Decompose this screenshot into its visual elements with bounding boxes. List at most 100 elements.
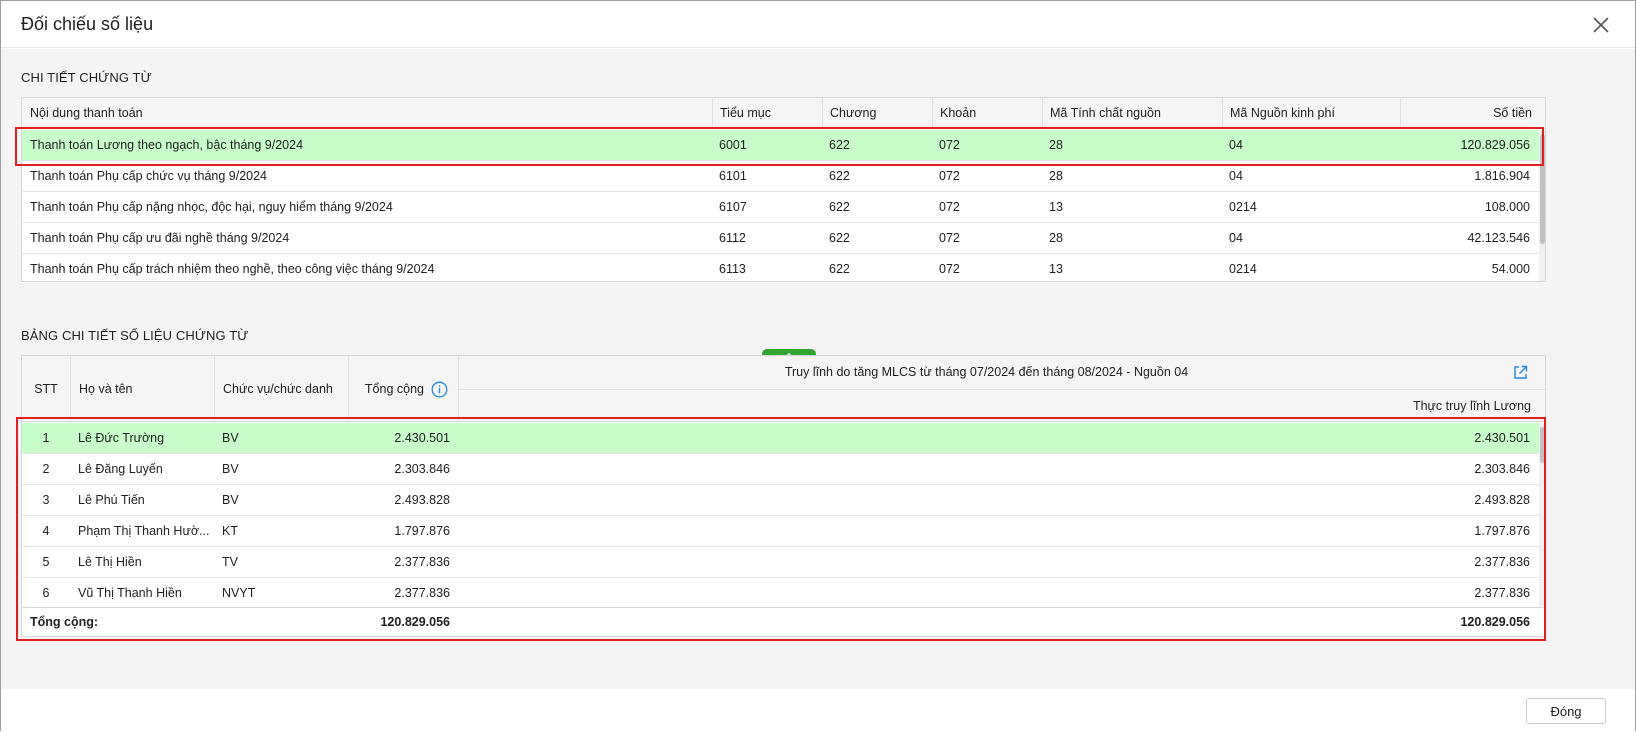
table-row[interactable]: Thanh toán Phụ cấp chức vụ tháng 9/2024 … (22, 161, 1539, 192)
col-header-so-tien: Số tiền (1400, 98, 1532, 128)
cell-stt: 3 (42, 493, 50, 507)
cell-chuong: 622 (829, 200, 850, 214)
cell-ma-tinh-chat-nguon: 28 (1049, 231, 1063, 245)
table-row[interactable]: 5 Lê Thị Hiền TV 2.377.836 2.377.836 (22, 547, 1539, 578)
cell-khoan: 072 (939, 200, 960, 214)
dialog-header: Đối chiếu số liệu (1, 1, 1635, 48)
col-header-ma-tinh-chat-nguon: Mã Tính chất nguồn (1042, 98, 1222, 128)
group-header: Truy lĩnh do tăng MLCS từ tháng 07/2024 … (458, 356, 1545, 422)
cell-thuc-truy-linh: 2.377.836 (1474, 586, 1530, 600)
cell-so-tien: 120.829.056 (1460, 138, 1530, 152)
cell-chuc-vu: BV (222, 431, 239, 445)
cell-ho-va-ten: Lê Đức Trường (78, 431, 165, 445)
cell-ma-nguon-kinh-phi: 0214 (1229, 262, 1257, 276)
cell-tong-cong: 2.377.836 (394, 586, 450, 600)
cell-ho-va-ten: Vũ Thị Thanh Hiền (78, 586, 182, 600)
voucher-grid-scroll-thumb[interactable] (1540, 134, 1545, 244)
cell-chuong: 622 (829, 169, 850, 183)
cell-khoan: 072 (939, 262, 960, 276)
summary-label: Tổng cộng: (30, 615, 99, 629)
dialog-title: Đối chiếu số liệu (21, 14, 154, 34)
table-row[interactable]: Thanh toán Phụ cấp ưu đãi nghề tháng 9/2… (22, 223, 1539, 254)
cell-ma-tinh-chat-nguon: 28 (1049, 169, 1063, 183)
cell-khoan: 072 (939, 231, 960, 245)
cell-stt: 6 (42, 586, 50, 600)
cell-noi-dung: Thanh toán Lương theo ngạch, bậc tháng 9… (30, 138, 304, 152)
payroll-grid-header: STT Họ và tên Chức vụ/chức danh Tổng cộn… (22, 356, 1545, 422)
table-row[interactable]: Thanh toán Phụ cấp trách nhiệm theo nghề… (22, 254, 1539, 281)
col-header-chuong: Chương (822, 98, 932, 128)
cell-tong-cong: 2.430.501 (394, 431, 450, 445)
cell-noi-dung: Thanh toán Phụ cấp chức vụ tháng 9/2024 (30, 169, 268, 183)
cell-ho-va-ten: Lê Phú Tiến (78, 493, 145, 507)
payroll-detail-grid: STT Họ và tên Chức vụ/chức danh Tổng cộn… (21, 355, 1546, 637)
cell-ma-nguon-kinh-phi: 04 (1229, 138, 1243, 152)
cell-ma-tinh-chat-nguon: 28 (1049, 138, 1063, 152)
col-header-tieu-muc: Tiểu mục (712, 98, 822, 128)
cell-tong-cong: 1.797.876 (394, 524, 450, 538)
cell-ho-va-ten: Phạm Thị Thanh Hườ... (78, 524, 210, 538)
col-header-chuc-vu: Chức vụ/chức danh (214, 356, 348, 421)
col-header-stt: STT (34, 382, 58, 396)
close-icon[interactable] (1591, 15, 1611, 35)
cell-ma-nguon-kinh-phi: 0214 (1229, 200, 1257, 214)
cell-tieu-muc: 6112 (719, 231, 746, 245)
cell-stt: 4 (42, 524, 50, 538)
table-row[interactable]: 1 Lê Đức Trường BV 2.430.501 2.430.501 (22, 423, 1539, 454)
cell-tieu-muc: 6113 (719, 262, 746, 276)
col-header-khoan: Khoản (932, 98, 1042, 128)
table-row[interactable]: 6 Vũ Thị Thanh Hiền NVYT 2.377.836 2.377… (22, 578, 1539, 609)
cell-chuong: 622 (829, 231, 850, 245)
cell-chuc-vu: NVYT (222, 586, 256, 600)
col-header-noi-dung: Nội dung thanh toán (30, 106, 143, 120)
cell-ho-va-ten: Lê Thị Hiền (78, 555, 142, 569)
external-link-icon[interactable] (1512, 364, 1529, 381)
cell-thuc-truy-linh: 2.377.836 (1474, 555, 1530, 569)
close-button[interactable]: Đóng (1526, 698, 1606, 724)
cell-tong-cong: 2.377.836 (394, 555, 450, 569)
summary-total: 120.829.056 (380, 615, 450, 629)
cell-ma-tinh-chat-nguon: 13 (1049, 262, 1063, 276)
table-row[interactable]: 3 Lê Phú Tiến BV 2.493.828 2.493.828 (22, 485, 1539, 516)
cell-khoan: 072 (939, 169, 960, 183)
cell-noi-dung: Thanh toán Phụ cấp nặng nhọc, độc hại, n… (30, 200, 393, 214)
cell-chuc-vu: BV (222, 462, 239, 476)
sub-header-thuc-truy-linh: Thực truy lĩnh Lương (1412, 399, 1531, 413)
cell-thuc-truy-linh: 2.303.846 (1474, 462, 1530, 476)
table-row[interactable]: Thanh toán Lương theo ngạch, bậc tháng 9… (22, 130, 1539, 161)
voucher-grid-header: Nội dung thanh toán Tiểu mục Chương Khoả… (22, 98, 1545, 129)
section-title-bang-chi-tiet: BẢNG CHI TIẾT SỐ LIỆU CHỨNG TỪ (21, 328, 249, 343)
cell-so-tien: 42.123.546 (1467, 231, 1530, 245)
voucher-grid-scrollbar[interactable] (1539, 130, 1545, 281)
col-header-ho-va-ten: Họ và tên (70, 356, 214, 421)
cell-chuc-vu: BV (222, 493, 239, 507)
cell-thuc-truy-linh: 2.493.828 (1474, 493, 1530, 507)
cell-tieu-muc: 6107 (719, 200, 747, 214)
table-row[interactable]: 4 Phạm Thị Thanh Hườ... KT 1.797.876 1.7… (22, 516, 1539, 547)
cell-tieu-muc: 6001 (719, 138, 747, 152)
table-row[interactable]: 2 Lê Đăng Luyến BV 2.303.846 2.303.846 (22, 454, 1539, 485)
cell-thuc-truy-linh: 1.797.876 (1474, 524, 1530, 538)
voucher-detail-grid: Nội dung thanh toán Tiểu mục Chương Khoả… (21, 97, 1546, 282)
cell-ho-va-ten: Lê Đăng Luyến (78, 462, 163, 476)
payroll-grid-scroll-thumb[interactable] (1540, 427, 1545, 463)
dialog: Đối chiếu số liệu CHI TIẾT CHỨNG TỪ Nội … (0, 0, 1636, 732)
table-row[interactable]: Thanh toán Phụ cấp nặng nhọc, độc hại, n… (22, 192, 1539, 223)
dialog-footer (1, 689, 1635, 732)
cell-so-tien: 1.816.904 (1474, 169, 1530, 183)
cell-so-tien: 54.000 (1491, 262, 1530, 276)
cell-so-tien: 108.000 (1484, 200, 1530, 214)
cell-tong-cong: 2.303.846 (394, 462, 450, 476)
cell-noi-dung: Thanh toán Phụ cấp trách nhiệm theo nghề… (30, 262, 435, 276)
payroll-grid-scrollbar[interactable] (1539, 423, 1545, 606)
cell-tong-cong: 2.493.828 (394, 493, 450, 507)
section-title-chi-tiet-chung-tu: CHI TIẾT CHỨNG TỪ (21, 70, 152, 85)
cell-tieu-muc: 6101 (719, 169, 747, 183)
cell-chuc-vu: KT (222, 524, 238, 538)
cell-khoan: 072 (939, 138, 960, 152)
cell-chuong: 622 (829, 138, 850, 152)
info-icon[interactable] (431, 381, 448, 398)
cell-stt: 2 (42, 462, 50, 476)
cell-chuong: 622 (829, 262, 850, 276)
cell-noi-dung: Thanh toán Phụ cấp ưu đãi nghề tháng 9/2… (30, 231, 290, 245)
